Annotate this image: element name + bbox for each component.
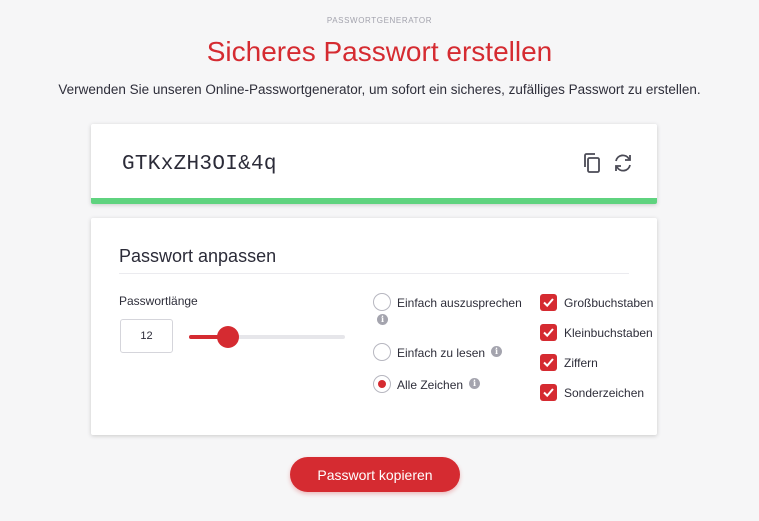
checkbox-label: Ziffern bbox=[564, 355, 598, 370]
radio-button[interactable] bbox=[373, 293, 391, 311]
length-slider[interactable] bbox=[189, 326, 345, 348]
info-icon[interactable]: i bbox=[377, 314, 388, 325]
radio-button-checked[interactable] bbox=[373, 375, 391, 393]
radio-easy-to-read[interactable]: Einfach zu lesen i bbox=[373, 343, 503, 361]
checkbox-label: Sonderzeichen bbox=[564, 385, 645, 400]
info-icon[interactable]: i bbox=[469, 378, 481, 389]
checkbox-checked[interactable] bbox=[540, 384, 557, 401]
checkbox-lowercase[interactable]: Kleinbuchstaben bbox=[540, 324, 653, 341]
checkbox-digits[interactable]: Ziffern bbox=[540, 354, 598, 371]
password-card: GTKxZH3OI&4q bbox=[91, 124, 657, 204]
radio-button[interactable] bbox=[373, 343, 391, 361]
checkbox-label: Großbuchstaben bbox=[564, 295, 654, 310]
options-divider bbox=[119, 273, 629, 274]
options-title: Passwort anpassen bbox=[119, 246, 277, 266]
generated-password[interactable]: GTKxZH3OI&4q bbox=[122, 153, 277, 176]
page-subtitle: Verwenden Sie unseren Online-Passwortgen… bbox=[58, 82, 701, 97]
radio-label: Einfach auszusprechen bbox=[397, 296, 522, 310]
length-slider-thumb[interactable] bbox=[217, 326, 239, 348]
check-icon bbox=[543, 328, 554, 338]
checkbox-label: Kleinbuchstaben bbox=[564, 325, 653, 340]
check-icon bbox=[543, 298, 554, 308]
check-icon bbox=[543, 358, 554, 368]
copy-icon[interactable] bbox=[582, 152, 604, 176]
radio-label: Alle Zeichen bbox=[397, 378, 464, 392]
length-input[interactable]: 12 bbox=[120, 319, 173, 353]
refresh-icon[interactable] bbox=[612, 152, 634, 176]
page-title: Sicheres Passwort erstellen bbox=[206, 36, 553, 67]
password-strength-bar bbox=[91, 198, 657, 204]
copy-password-button[interactable]: Passwort kopieren bbox=[290, 457, 460, 492]
radio-label: Einfach zu lesen bbox=[397, 346, 486, 360]
checkbox-symbols[interactable]: Sonderzeichen bbox=[540, 384, 644, 401]
checkbox-uppercase[interactable]: Großbuchstaben bbox=[540, 294, 653, 311]
page-eyebrow: PASSWORTGENERATOR bbox=[326, 16, 433, 25]
radio-easy-to-say[interactable]: Einfach auszusprechen bbox=[373, 293, 522, 311]
checkbox-checked[interactable] bbox=[540, 324, 557, 341]
length-label: Passwortlänge bbox=[119, 294, 198, 308]
radio-all-characters[interactable]: Alle Zeichen i bbox=[373, 375, 481, 393]
info-icon[interactable]: i bbox=[491, 346, 503, 357]
options-card: Passwort anpassen Passwortlänge 12 Einfa… bbox=[91, 218, 657, 435]
check-icon bbox=[543, 388, 554, 398]
checkbox-checked[interactable] bbox=[540, 294, 557, 311]
checkbox-checked[interactable] bbox=[540, 354, 557, 371]
